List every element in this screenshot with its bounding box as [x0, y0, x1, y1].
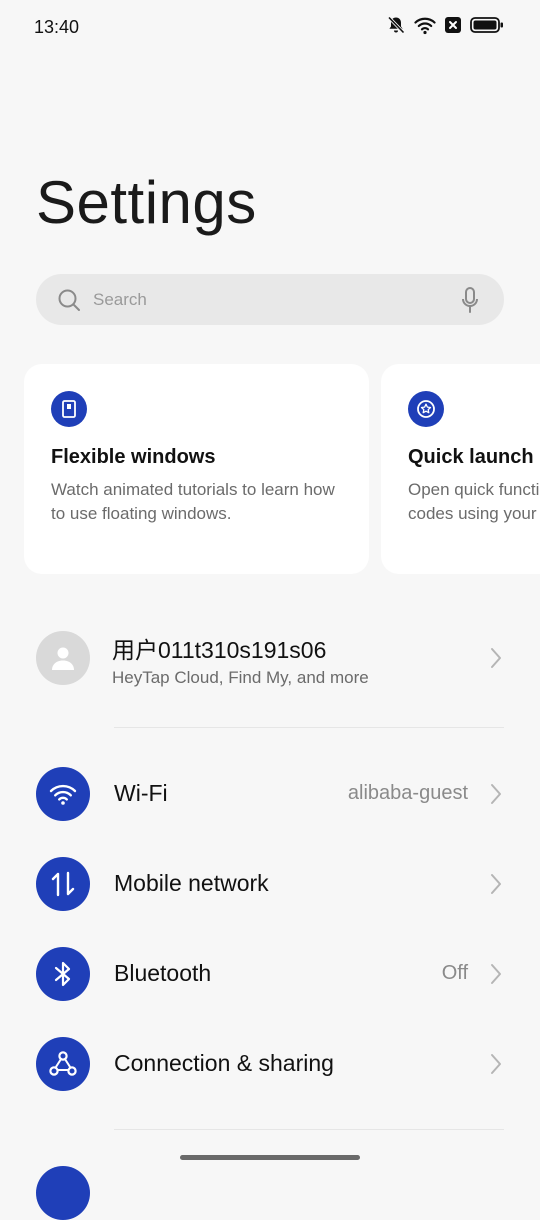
setting-label: Wi-Fi — [114, 780, 168, 806]
account-name: 用户011t310s191s06 — [112, 637, 327, 663]
bluetooth-icon — [36, 947, 90, 1001]
card-flexible-windows[interactable]: Flexible windows Watch animated tutorial… — [24, 364, 369, 574]
status-icons — [386, 15, 504, 35]
bell-muted-icon — [386, 15, 406, 35]
card-quick-launch[interactable]: Quick launch Open quick functions like p… — [381, 364, 540, 574]
card-description: Watch animated tutorials to learn how to… — [51, 480, 335, 523]
divider — [114, 1129, 504, 1130]
setting-mobile-network[interactable]: Mobile network — [0, 839, 540, 929]
setting-label: Mobile network — [114, 870, 269, 896]
battery-icon — [470, 16, 504, 34]
wifi-icon — [36, 767, 90, 821]
search-bar[interactable] — [36, 274, 504, 325]
card-title: Quick launch — [408, 446, 534, 468]
setting-bluetooth[interactable]: Bluetooth Off — [0, 929, 540, 1019]
account-subtitle: HeyTap Cloud, Find My, and more — [112, 668, 369, 687]
avatar — [36, 631, 90, 685]
window-icon — [51, 391, 87, 427]
mobile-data-icon — [36, 857, 90, 911]
setting-value: alibaba-guest — [347, 782, 468, 804]
setting-connection-sharing[interactable]: Connection & sharing — [0, 1019, 540, 1109]
status-bar: 13:40 — [0, 0, 540, 56]
search-input[interactable] — [93, 274, 433, 325]
wifi-status-icon — [414, 15, 436, 35]
feature-cards: Flexible windows Watch animated tutorial… — [24, 364, 540, 576]
connection-sharing-icon — [36, 1037, 90, 1091]
star-badge-icon — [408, 391, 444, 427]
setting-wifi[interactable]: Wi-Fi alibaba-guest — [0, 749, 540, 839]
home-indicator[interactable] — [180, 1155, 360, 1160]
chevron-right-icon — [490, 783, 502, 810]
setting-label: Bluetooth — [114, 960, 212, 986]
status-time: 13:40 — [34, 17, 80, 37]
page-title: Settings — [36, 169, 257, 236]
card-title: Flexible windows — [51, 446, 216, 468]
chevron-right-icon — [490, 1053, 502, 1080]
search-icon — [57, 288, 81, 317]
chevron-right-icon — [490, 647, 502, 674]
microphone-icon[interactable] — [462, 287, 478, 318]
divider — [114, 727, 504, 728]
sim-blocked-icon — [444, 16, 462, 34]
account-row[interactable]: 用户011t310s191s06 HeyTap Cloud, Find My, … — [0, 620, 540, 700]
chevron-right-icon — [490, 873, 502, 900]
chevron-right-icon — [490, 963, 502, 990]
setting-label: Connection & sharing — [114, 1050, 334, 1076]
next-setting-icon — [36, 1166, 90, 1220]
setting-value: Off — [441, 962, 468, 984]
card-description: Open quick functions like payment codes … — [408, 480, 540, 523]
